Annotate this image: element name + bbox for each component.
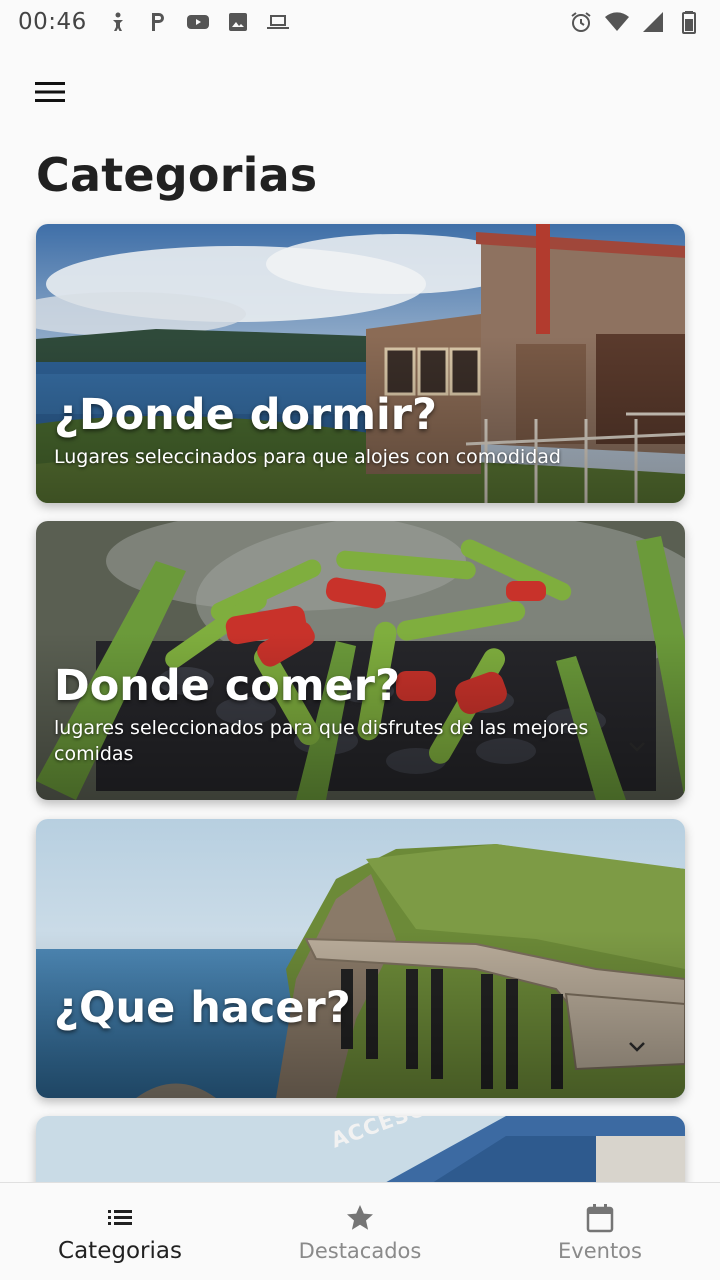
wifi-icon (604, 9, 630, 35)
card-subtitle: lugares seleccionados para que disfrutes… (54, 717, 589, 765)
parking-p-icon (145, 9, 171, 35)
accessibility-icon (105, 9, 131, 35)
status-time: 00:46 (18, 9, 87, 35)
nav-tab-destacados[interactable]: Destacados (240, 1183, 480, 1280)
card-title: ¿Que hacer? (54, 983, 351, 1033)
menu-button[interactable] (28, 72, 72, 112)
card-title: ¿Donde dormir? (54, 390, 437, 440)
alarm-icon (568, 9, 594, 35)
chevron-down-icon[interactable] (625, 1035, 649, 1059)
status-icons-left (105, 9, 291, 35)
status-icons-right (568, 9, 702, 35)
nav-tab-categorias[interactable]: Categorias (0, 1183, 240, 1280)
nav-tab-eventos[interactable]: Eventos (480, 1183, 720, 1280)
calendar-icon (583, 1201, 617, 1235)
nav-label: Categorias (58, 1237, 182, 1264)
youtube-icon (185, 9, 211, 35)
card-title: Donde comer? (54, 661, 400, 711)
category-card-comer[interactable]: Donde comer? lugares seleccionados para … (36, 521, 685, 800)
chevron-down-icon[interactable] (625, 735, 649, 759)
hamburger-menu-icon (35, 82, 65, 102)
laptop-icon (265, 9, 291, 35)
category-card-dormir[interactable]: ¿Donde dormir? Lugares seleccinados para… (36, 224, 685, 503)
status-bar: 00:46 (0, 0, 720, 44)
signal-icon (640, 9, 666, 35)
battery-icon (676, 9, 702, 35)
list-icon (103, 1200, 137, 1234)
category-card-hacer[interactable]: ¿Que hacer? (36, 819, 685, 1098)
star-icon (343, 1201, 377, 1235)
gallery-icon (225, 9, 251, 35)
card-subtitle: Lugares seleccinados para que alojes con… (54, 446, 561, 468)
bottom-navigation: Categorias Destacados Eventos (0, 1182, 720, 1280)
nav-label: Eventos (558, 1238, 642, 1263)
nav-label: Destacados (298, 1238, 422, 1263)
page-title: Categorias (36, 148, 318, 202)
